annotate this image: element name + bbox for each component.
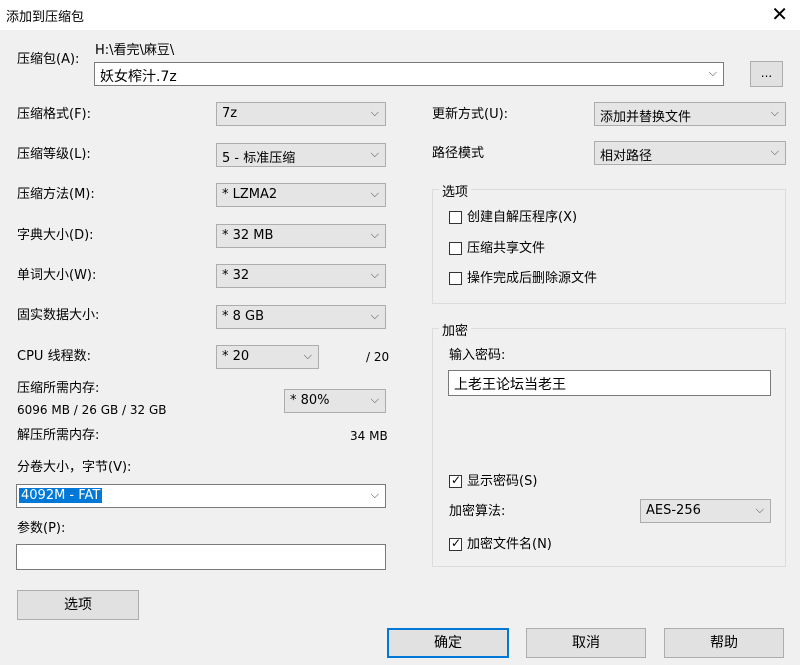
- options-group-title: 选项: [439, 181, 472, 200]
- mem-compress-label: 压缩所需内存:: [17, 381, 100, 396]
- show-password-label: 显示密码(S): [467, 474, 538, 489]
- method-select[interactable]: * LZMA2 ⌵: [216, 183, 386, 207]
- chevron-down-icon: ⌵: [370, 228, 379, 241]
- mem-compress-detail: 6096 MB / 26 GB / 32 GB: [17, 403, 167, 417]
- chevron-down-icon: ⌵: [755, 503, 764, 516]
- password-label: 输入密码:: [449, 348, 506, 363]
- mem-decompress-value: 34 MB: [350, 429, 388, 443]
- encrypt-method-value: AES-256: [646, 503, 701, 518]
- check-icon: ✓: [451, 473, 462, 487]
- close-icon[interactable]: ✕: [771, 2, 788, 26]
- encrypt-names-checkbox[interactable]: ✓: [449, 536, 462, 551]
- title-bar: 添加到压缩包 ✕: [0, 0, 800, 30]
- solid-select[interactable]: * 8 GB ⌵: [216, 305, 386, 329]
- solid-label: 固实数据大小:: [17, 308, 100, 323]
- mem-decompress-label: 解压所需内存:: [17, 428, 100, 443]
- chevron-down-icon: ⌵: [370, 268, 379, 281]
- format-select[interactable]: 7z ⌵: [216, 102, 386, 126]
- shared-label: 压缩共享文件: [467, 241, 546, 256]
- archive-path: H:\看完\麻豆\: [95, 43, 175, 58]
- volume-combo[interactable]: 4092M - FAT ⌵: [16, 484, 386, 508]
- cancel-button[interactable]: 取消: [526, 628, 646, 658]
- chevron-down-icon: ⌵: [370, 106, 379, 119]
- chevron-down-icon: ⌵: [303, 349, 312, 362]
- chevron-down-icon: ⌵: [370, 147, 379, 160]
- threads-label: CPU 线程数:: [17, 349, 91, 364]
- encrypt-names-label: 加密文件名(N): [467, 537, 552, 552]
- chevron-down-icon: ⌵: [370, 393, 379, 406]
- update-value: 添加并替换文件: [600, 110, 692, 125]
- pathmode-label: 路径模式: [432, 146, 485, 161]
- chevron-down-icon: ⌵: [370, 309, 379, 322]
- pathmode-value: 相对路径: [600, 149, 653, 164]
- encrypt-group-title: 加密: [439, 320, 472, 339]
- encrypt-method-label: 加密算法:: [449, 504, 506, 519]
- sfx-label: 创建自解压程序(X): [467, 210, 578, 225]
- word-label: 单词大小(W):: [17, 268, 97, 283]
- format-value: 7z: [222, 106, 238, 121]
- chevron-down-icon: ⌵: [370, 187, 379, 200]
- params-label: 参数(P):: [17, 521, 66, 536]
- window-title: 添加到压缩包: [6, 10, 85, 25]
- archive-filename: 妖女榨汁.7z: [100, 69, 177, 85]
- ok-button[interactable]: 确定: [387, 628, 509, 658]
- chevron-down-icon: ⌵: [370, 488, 379, 501]
- password-input[interactable]: 上老王论坛当老王: [448, 370, 771, 396]
- browse-button[interactable]: ...: [750, 61, 783, 87]
- update-label: 更新方式(U):: [432, 107, 509, 122]
- dict-select[interactable]: * 32 MB ⌵: [216, 224, 386, 248]
- word-value: * 32: [222, 268, 250, 283]
- chevron-down-icon: ⌵: [708, 66, 717, 79]
- check-icon: ✓: [451, 536, 462, 550]
- archive-filename-combo[interactable]: 妖女榨汁.7z ⌵: [94, 62, 724, 86]
- solid-value: * 8 GB: [222, 309, 265, 324]
- encrypt-method-select[interactable]: AES-256 ⌵: [640, 499, 771, 523]
- show-password-checkbox[interactable]: ✓: [449, 473, 462, 488]
- level-value: 5 - 标准压缩: [222, 151, 296, 166]
- pathmode-select[interactable]: 相对路径 ⌵: [594, 141, 786, 165]
- mem-compress-select[interactable]: * 80% ⌵: [284, 389, 386, 413]
- level-select[interactable]: 5 - 标准压缩 ⌵: [216, 143, 386, 167]
- delete-checkbox[interactable]: [449, 272, 462, 285]
- method-value: * LZMA2: [222, 187, 278, 202]
- chevron-down-icon: ⌵: [770, 106, 779, 119]
- threads-max: / 20: [366, 350, 390, 364]
- sfx-checkbox[interactable]: [449, 211, 462, 224]
- options-button[interactable]: 选项: [17, 590, 139, 620]
- chevron-down-icon: ⌵: [770, 145, 779, 158]
- update-select[interactable]: 添加并替换文件 ⌵: [594, 102, 786, 126]
- params-input[interactable]: [16, 544, 386, 570]
- format-label: 压缩格式(F):: [17, 107, 92, 122]
- word-select[interactable]: * 32 ⌵: [216, 264, 386, 288]
- volume-value: 4092M - FAT: [19, 488, 103, 503]
- volume-label: 分卷大小，字节(V):: [17, 460, 132, 475]
- dict-value: * 32 MB: [222, 228, 274, 243]
- archive-label: 压缩包(A):: [17, 52, 80, 67]
- password-value: 上老王论坛当老王: [454, 377, 566, 393]
- threads-select[interactable]: * 20 ⌵: [216, 345, 319, 369]
- delete-label: 操作完成后删除源文件: [467, 271, 598, 286]
- level-label: 压缩等级(L):: [17, 147, 91, 162]
- dict-label: 字典大小(D):: [17, 228, 94, 243]
- threads-value: * 20: [222, 349, 250, 364]
- help-button[interactable]: 帮助: [664, 628, 784, 658]
- mem-compress-value: * 80%: [290, 393, 330, 408]
- method-label: 压缩方法(M):: [17, 187, 95, 202]
- shared-checkbox[interactable]: [449, 242, 462, 255]
